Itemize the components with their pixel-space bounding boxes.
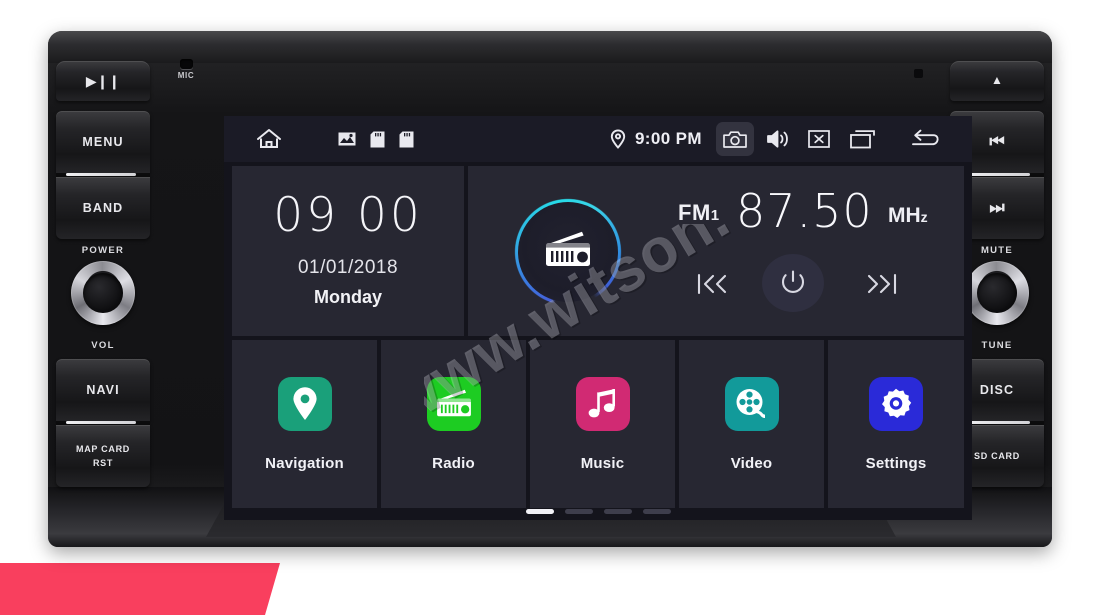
- radio-unit-sub: z: [920, 209, 928, 225]
- app-label-music: Music: [580, 454, 625, 472]
- left-button-column: ▶❙❙ MENU BAND POWER VOL NAVI MAP CARD RS…: [56, 61, 150, 487]
- close-box-icon[interactable]: [808, 130, 830, 148]
- clock-time: 09 00: [273, 188, 423, 243]
- disc-button-label: DISC: [979, 382, 1015, 397]
- previous-track-icon: ⏮: [989, 132, 1005, 152]
- back-icon[interactable]: [911, 129, 942, 149]
- clock-date: 01/01/2018: [297, 257, 399, 278]
- radio-unit-main: MH: [888, 204, 921, 227]
- app-label-video: Video: [730, 454, 773, 472]
- location-pin-icon: [277, 376, 332, 431]
- rst-label: RST: [92, 457, 114, 468]
- page-dot[interactable]: [603, 509, 632, 514]
- sd-card-button-label: SD CARD: [974, 450, 1020, 461]
- gear-icon: [869, 376, 923, 431]
- power-knob-label: POWER: [81, 245, 125, 256]
- radio-widget[interactable]: FM1 87.50 MHz: [468, 164, 964, 340]
- volume-power-knob-assembly: POWER VOL: [56, 245, 150, 351]
- radio-next-button[interactable]: [856, 264, 904, 304]
- music-note-icon: [575, 376, 630, 431]
- sd-card-icon[interactable]: [399, 131, 414, 148]
- radio-icon: [542, 230, 594, 275]
- page-dot[interactable]: [642, 509, 671, 514]
- app-tile-radio[interactable]: Radio: [381, 340, 526, 508]
- radio-band-label: FM1: [678, 200, 720, 226]
- microphone-label: MIC: [177, 71, 195, 80]
- app-tile-video[interactable]: Video: [679, 340, 824, 508]
- app-label-radio: Radio: [432, 454, 475, 472]
- band-button[interactable]: BAND: [56, 177, 150, 239]
- navi-button-label: NAVI: [86, 382, 120, 397]
- app-label-settings: Settings: [865, 454, 927, 472]
- app-tile-settings[interactable]: Settings: [828, 340, 964, 508]
- volume-knob-label: VOL: [91, 340, 115, 351]
- radio-icon: [426, 376, 481, 431]
- app-tile-music[interactable]: Music: [530, 340, 675, 508]
- navi-button[interactable]: NAVI: [56, 359, 150, 421]
- radio-dial: [480, 164, 656, 340]
- map-card-rst-button[interactable]: MAP CARD RST: [56, 425, 150, 487]
- radio-power-button[interactable]: [762, 254, 824, 312]
- mute-tune-knob[interactable]: [965, 261, 1029, 325]
- map-card-label: MAP CARD: [76, 444, 130, 455]
- app-tile-navigation[interactable]: Navigation: [232, 340, 377, 508]
- radio-band-sub: 1: [710, 207, 720, 224]
- clock-weekday: Monday: [313, 287, 382, 307]
- power-volume-knob[interactable]: [71, 261, 135, 325]
- menu-button[interactable]: MENU: [56, 111, 150, 173]
- bottom-red-banner: [0, 563, 280, 615]
- band-button-label: BAND: [82, 200, 124, 215]
- camera-icon[interactable]: [716, 122, 754, 156]
- home-icon[interactable]: [256, 128, 282, 150]
- eject-button[interactable]: ▲: [950, 61, 1044, 101]
- touchscreen-display[interactable]: 9:00 PM 09 00 01/01/2018 Monday FM1 87.5…: [224, 116, 972, 520]
- location-pin-icon: [610, 129, 626, 149]
- page-dot[interactable]: [525, 509, 554, 514]
- home-screen-tiles: 09 00 01/01/2018 Monday FM1 87.50 MHz Na…: [224, 162, 972, 520]
- radio-band-main: FM: [678, 200, 711, 225]
- sd-card-icon[interactable]: [370, 131, 385, 148]
- radio-frequency: 87.50: [736, 184, 873, 238]
- microphone-hole: [179, 59, 193, 69]
- clock-widget[interactable]: 09 00 01/01/2018 Monday: [232, 166, 464, 336]
- android-status-bar: 9:00 PM: [224, 116, 972, 162]
- ir-sensor-dot: [914, 69, 923, 78]
- page-indicator: [224, 509, 972, 514]
- film-reel-icon: [724, 376, 779, 431]
- status-bar-time: 9:00 PM: [634, 129, 702, 148]
- volume-icon[interactable]: [766, 129, 790, 149]
- play-pause-icon: ▶❙❙: [85, 72, 121, 89]
- car-head-unit-chassis: MIC ▶❙❙ MENU BAND POWER VOL NAVI MAP CAR…: [48, 31, 1052, 547]
- radio-previous-button[interactable]: [690, 264, 738, 304]
- menu-button-label: MENU: [82, 134, 124, 149]
- radio-frequency-unit: MHz: [888, 204, 928, 228]
- eject-icon: ▲: [991, 73, 1003, 88]
- play-pause-button[interactable]: ▶❙❙: [56, 61, 150, 101]
- gallery-icon[interactable]: [338, 131, 356, 147]
- microphone: MIC: [166, 59, 206, 80]
- page-dot[interactable]: [564, 509, 593, 514]
- next-track-icon: ⏭: [989, 198, 1005, 218]
- app-label-navigation: Navigation: [265, 454, 344, 472]
- recent-apps-icon[interactable]: [850, 129, 875, 149]
